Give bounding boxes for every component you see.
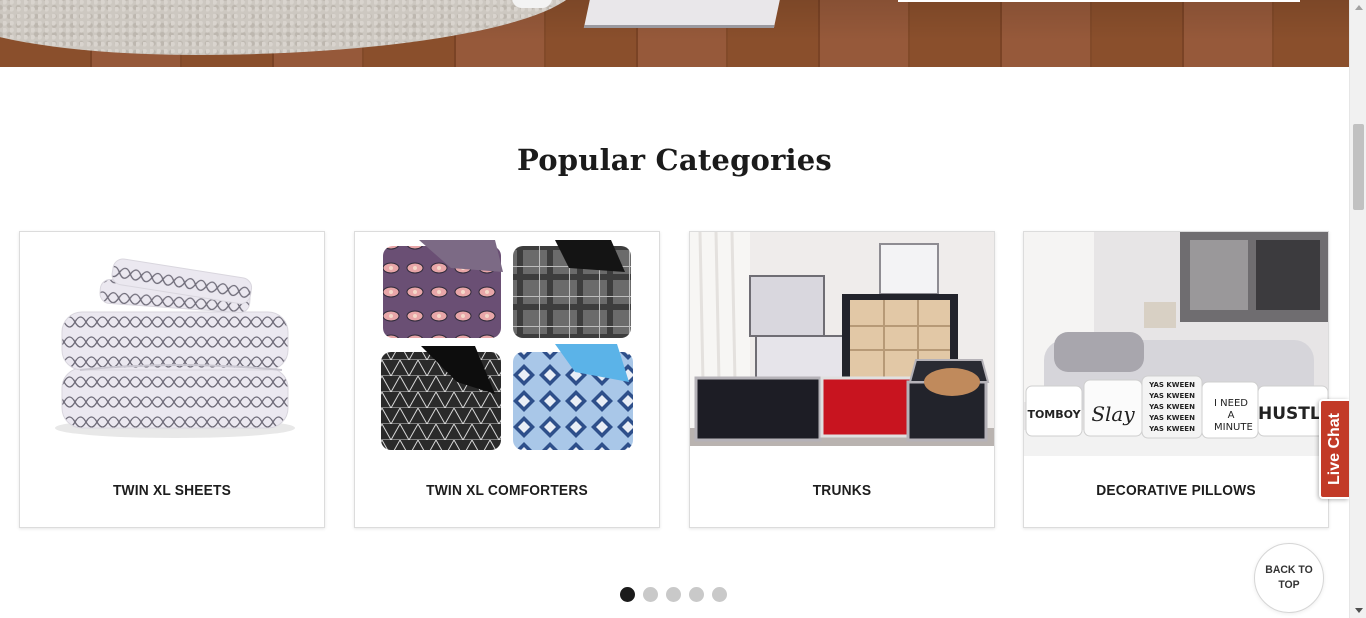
back-to-top-label: BACK TO TOP: [1265, 564, 1313, 591]
pillow-text-line: YAS KWEEN: [1149, 403, 1195, 411]
twin-xl-sheets-image: [20, 232, 324, 456]
pillow-text-line: YAS KWEEN: [1149, 414, 1195, 422]
pillow-text-1: TOMBOY: [1027, 408, 1081, 421]
hero-shelf: [898, 0, 1300, 2]
scroll-down-icon[interactable]: [1355, 608, 1363, 613]
category-label: TWIN XL SHEETS: [112, 482, 232, 499]
category-card-twin-xl-comforters[interactable]: TWIN XL COMFORTERS: [354, 231, 660, 528]
decorative-pillows-image: TOMBOY Slay YAS KWEEN YAS KWEEN YAS KWEE…: [1024, 232, 1328, 456]
pillow-text-line: YAS KWEEN: [1149, 392, 1195, 400]
carousel-dot-3[interactable]: [666, 587, 681, 602]
section-title: Popular Categories: [517, 143, 832, 177]
carousel-pagination: [620, 587, 727, 602]
hero-rug: [0, 0, 580, 55]
trunks-image: [690, 232, 994, 456]
hero-trunk: [583, 0, 787, 28]
category-card-trunks[interactable]: TRUNKS: [689, 231, 995, 528]
carousel-dot-1[interactable]: [620, 587, 635, 602]
pillow-text-5: HUSTLE: [1258, 404, 1328, 424]
hero-banner-image: [0, 0, 1349, 67]
scrollbar-thumb[interactable]: [1353, 124, 1364, 210]
carousel-dot-4[interactable]: [689, 587, 704, 602]
carousel-dot-5[interactable]: [712, 587, 727, 602]
category-card-decorative-pillows[interactable]: TOMBOY Slay YAS KWEEN YAS KWEEN YAS KWEE…: [1023, 231, 1329, 528]
hero-furniture-foot: [512, 0, 552, 8]
category-card-twin-xl-sheets[interactable]: TWIN XL SHEETS: [19, 231, 325, 528]
back-to-top-button[interactable]: BACK TO TOP: [1254, 543, 1324, 613]
page-scrollbar[interactable]: [1349, 0, 1366, 618]
scroll-up-icon[interactable]: [1355, 5, 1363, 10]
carousel-dot-2[interactable]: [643, 587, 658, 602]
category-label: DECORATIVE PILLOWS: [1096, 482, 1256, 499]
pillow-text-2: Slay: [1091, 402, 1135, 426]
category-label: TRUNKS: [812, 482, 872, 499]
pillow-text-line: YAS KWEEN: [1149, 425, 1195, 433]
pillow-text-4: I NEED A MINUTE: [1214, 398, 1253, 433]
twin-xl-comforters-image: [355, 232, 659, 456]
live-chat-button[interactable]: Live Chat: [1319, 399, 1349, 499]
live-chat-label: Live Chat: [1326, 412, 1343, 486]
pillow-text-3: YAS KWEEN YAS KWEEN YAS KWEEN YAS KWEEN …: [1142, 380, 1202, 435]
category-label: TWIN XL COMFORTERS: [426, 482, 588, 499]
pillow-text-line: YAS KWEEN: [1149, 381, 1195, 389]
